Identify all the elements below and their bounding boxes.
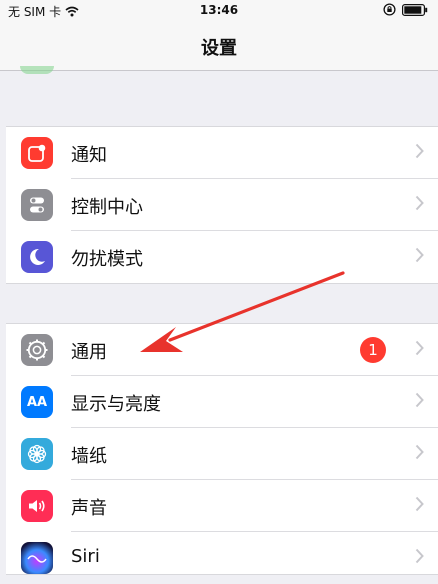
settings-group-general: 通用 1 AA 显示与亮度 墙纸 声音 Siri <box>6 323 438 575</box>
row-label: 声音 <box>71 498 107 519</box>
settings-row-control-center[interactable]: 控制中心 <box>6 179 438 231</box>
chevron-right-icon <box>415 195 424 211</box>
row-label: 通知 <box>71 145 107 166</box>
chevron-right-icon <box>415 143 424 159</box>
row-label: 通用 <box>71 342 107 363</box>
chevron-right-icon <box>415 392 424 408</box>
row-label: Siri <box>71 546 100 567</box>
gear-icon <box>21 334 53 366</box>
row-label: 墙纸 <box>71 446 107 467</box>
settings-row-general[interactable]: 通用 1 <box>6 324 438 376</box>
do-not-disturb-icon <box>21 241 53 273</box>
settings-row-display-brightness[interactable]: AA 显示与亮度 <box>6 376 438 428</box>
chevron-right-icon <box>415 247 424 263</box>
settings-row-wallpaper[interactable]: 墙纸 <box>6 428 438 480</box>
sound-icon <box>21 490 53 522</box>
clock: 13:46 <box>199 3 239 17</box>
settings-row-sound[interactable]: 声音 <box>6 480 438 532</box>
wallpaper-icon <box>21 438 53 470</box>
row-label: 控制中心 <box>71 197 143 218</box>
orientation-lock-icon <box>383 3 396 16</box>
settings-row-do-not-disturb[interactable]: 勿扰模式 <box>6 231 438 283</box>
page-title: 设置 <box>201 38 237 59</box>
row-label: 勿扰模式 <box>71 249 143 270</box>
chevron-right-icon <box>415 496 424 512</box>
notifications-icon <box>21 137 53 169</box>
control-center-icon <box>21 189 53 221</box>
chevron-right-icon <box>415 340 424 356</box>
row-label: 显示与亮度 <box>71 394 161 415</box>
status-bar: 无 SIM 卡 13:46 <box>0 0 438 20</box>
chevron-right-icon <box>415 548 424 564</box>
chevron-right-icon <box>415 444 424 460</box>
settings-row-notifications[interactable]: 通知 <box>6 127 438 179</box>
status-right <box>383 3 428 16</box>
notification-badge: 1 <box>360 337 386 363</box>
navigation-bar: 设置 <box>0 20 438 71</box>
settings-row-siri[interactable]: Siri <box>6 532 438 584</box>
partial-app-icon <box>20 66 54 74</box>
siri-icon <box>21 542 53 574</box>
settings-group-notifications: 通知 控制中心 勿扰模式 <box>6 126 438 284</box>
display-brightness-icon: AA <box>21 386 53 418</box>
battery-icon <box>402 3 428 16</box>
